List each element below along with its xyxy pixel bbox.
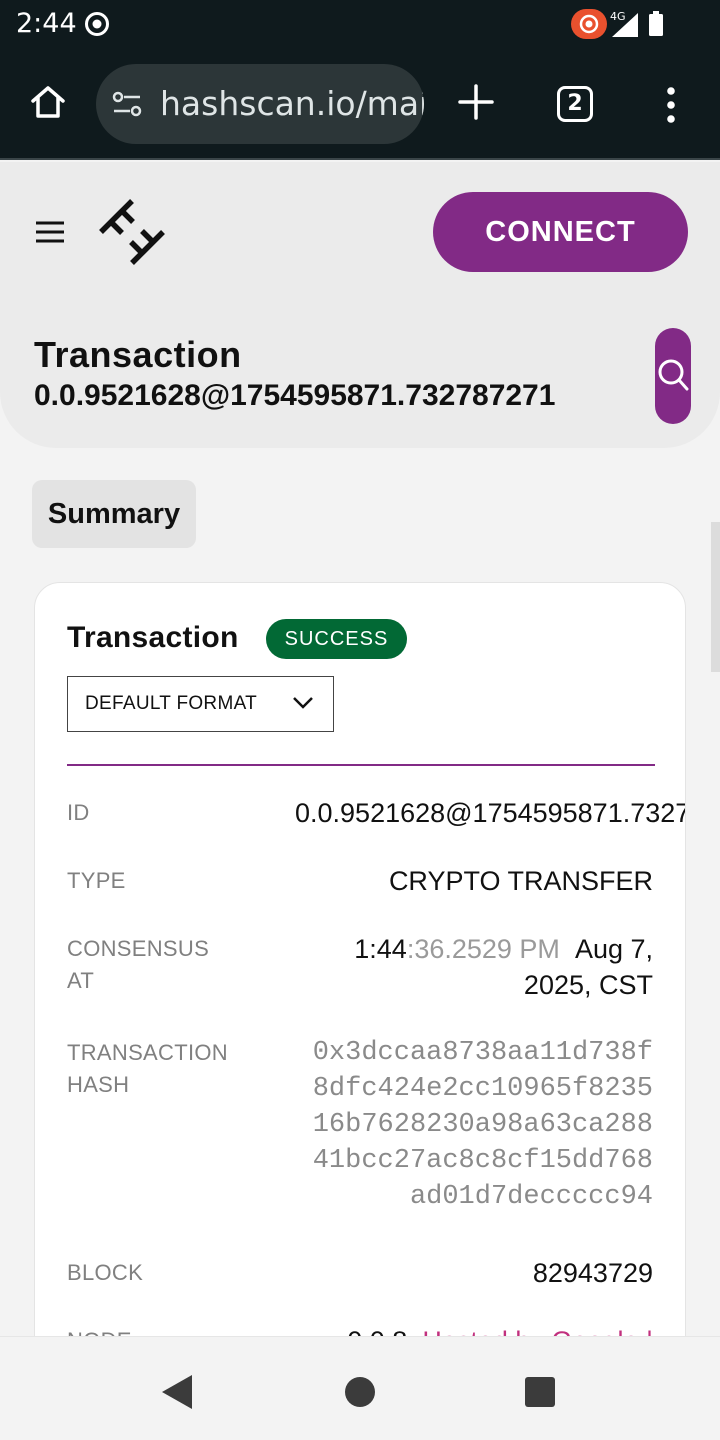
clock: 2:44 — [16, 8, 77, 39]
new-tab-icon[interactable] — [456, 82, 496, 122]
more-menu-icon[interactable] — [664, 86, 678, 124]
hash-line: 41bcc27ac8c8cf15dd768 — [312, 1146, 653, 1176]
home-icon[interactable] — [28, 82, 68, 122]
consensus-label-line1: CONSENSUS — [67, 936, 210, 961]
hash-label-line2: HASH — [67, 1072, 130, 1097]
recents-nav-icon[interactable] — [525, 1377, 555, 1407]
consensus-label: CONSENSUS AT — [67, 933, 209, 997]
cast-icon — [571, 9, 607, 39]
format-dropdown[interactable]: DEFAULT FORMAT — [67, 676, 334, 732]
search-button[interactable] — [655, 328, 691, 424]
consensus-value: 1:44:36.2529 PM Aug 7, 2025, CST — [354, 931, 653, 1003]
id-label: ID — [67, 800, 90, 825]
consensus-date-line1: Aug 7, — [574, 934, 653, 964]
node-value[interactable]: 0.0.8 Hosted by Google | — [347, 1323, 653, 1336]
hash-line: 0x3dccaa8738aa11d738f — [312, 1038, 653, 1068]
format-dropdown-value: DEFAULT FORMAT — [85, 693, 258, 714]
battery-icon — [649, 11, 663, 36]
hash-label: TRANSACTION HASH — [67, 1037, 228, 1101]
node-id[interactable]: 0.0.8 — [347, 1326, 407, 1336]
node-label: NODE — [67, 1325, 132, 1336]
consensus-line1: 1:44:36.2529 PM Aug 7, — [354, 931, 653, 967]
hamburger-menu-icon[interactable] — [36, 220, 64, 244]
screen-record-icon — [85, 12, 109, 36]
consensus-date-line2: 2025, CST — [523, 970, 653, 1000]
url-text[interactable]: hashscan.io/mainnet/transaction/17545958… — [160, 84, 424, 123]
hashscan-logo-icon[interactable] — [98, 198, 166, 266]
transaction-card: Transaction SUCCESS DEFAULT FORMAT ID 0.… — [34, 582, 686, 1336]
hash-value[interactable]: 0x3dccaa8738aa11d738f 8dfc424e2cc10965f8… — [313, 1035, 653, 1215]
web-page: CONNECT Transaction 0.0.9521628@17545958… — [0, 162, 720, 1336]
connect-button[interactable]: CONNECT — [433, 192, 688, 272]
browser-toolbar: hashscan.io/mainnet/transaction/17545958… — [0, 48, 720, 160]
hash-line: ad01d7deccccc94 — [409, 1182, 653, 1212]
transaction-id-heading: 0.0.9521628@1754595871.732787271 — [34, 379, 556, 412]
hash-line: 8dfc424e2cc10965f8235 — [312, 1074, 653, 1104]
hosted-by-link[interactable]: Hosted by Google | — [422, 1326, 653, 1336]
status-badge: SUCCESS — [266, 619, 407, 659]
scrollbar[interactable] — [711, 522, 720, 672]
block-label: BLOCK — [67, 1260, 144, 1285]
hash-label-line1: TRANSACTION — [67, 1040, 228, 1065]
site-settings-icon[interactable] — [112, 90, 142, 118]
consensus-time-fraction: :36.2529 PM — [406, 934, 560, 964]
search-icon — [658, 359, 689, 391]
block-value[interactable]: 82943729 — [533, 1255, 653, 1291]
consensus-time: 1:44 — [354, 934, 407, 964]
status-bar: 2:44 4G — [0, 0, 720, 48]
card-title: Transaction — [67, 621, 239, 654]
tab-summary[interactable]: Summary — [32, 480, 196, 548]
address-bar[interactable]: hashscan.io/mainnet/transaction/17545958… — [96, 64, 424, 144]
back-nav-icon[interactable] — [162, 1375, 194, 1409]
type-value: CRYPTO TRANSFER — [388, 866, 653, 896]
home-nav-icon[interactable] — [345, 1377, 375, 1407]
page-title: Transaction — [34, 334, 242, 375]
navigation-bar — [0, 1336, 720, 1440]
id-value: 0.0.9521628@1754595871.732787271 — [295, 798, 685, 828]
signal-icon — [612, 13, 638, 37]
tab-switcher-icon[interactable]: 2 — [557, 86, 593, 122]
chevron-down-icon — [293, 697, 313, 709]
consensus-label-line2: AT — [67, 968, 95, 993]
divider — [67, 764, 655, 766]
hash-line: 16b7628230a98a63ca288 — [312, 1110, 653, 1140]
type-label: TYPE — [67, 868, 126, 893]
